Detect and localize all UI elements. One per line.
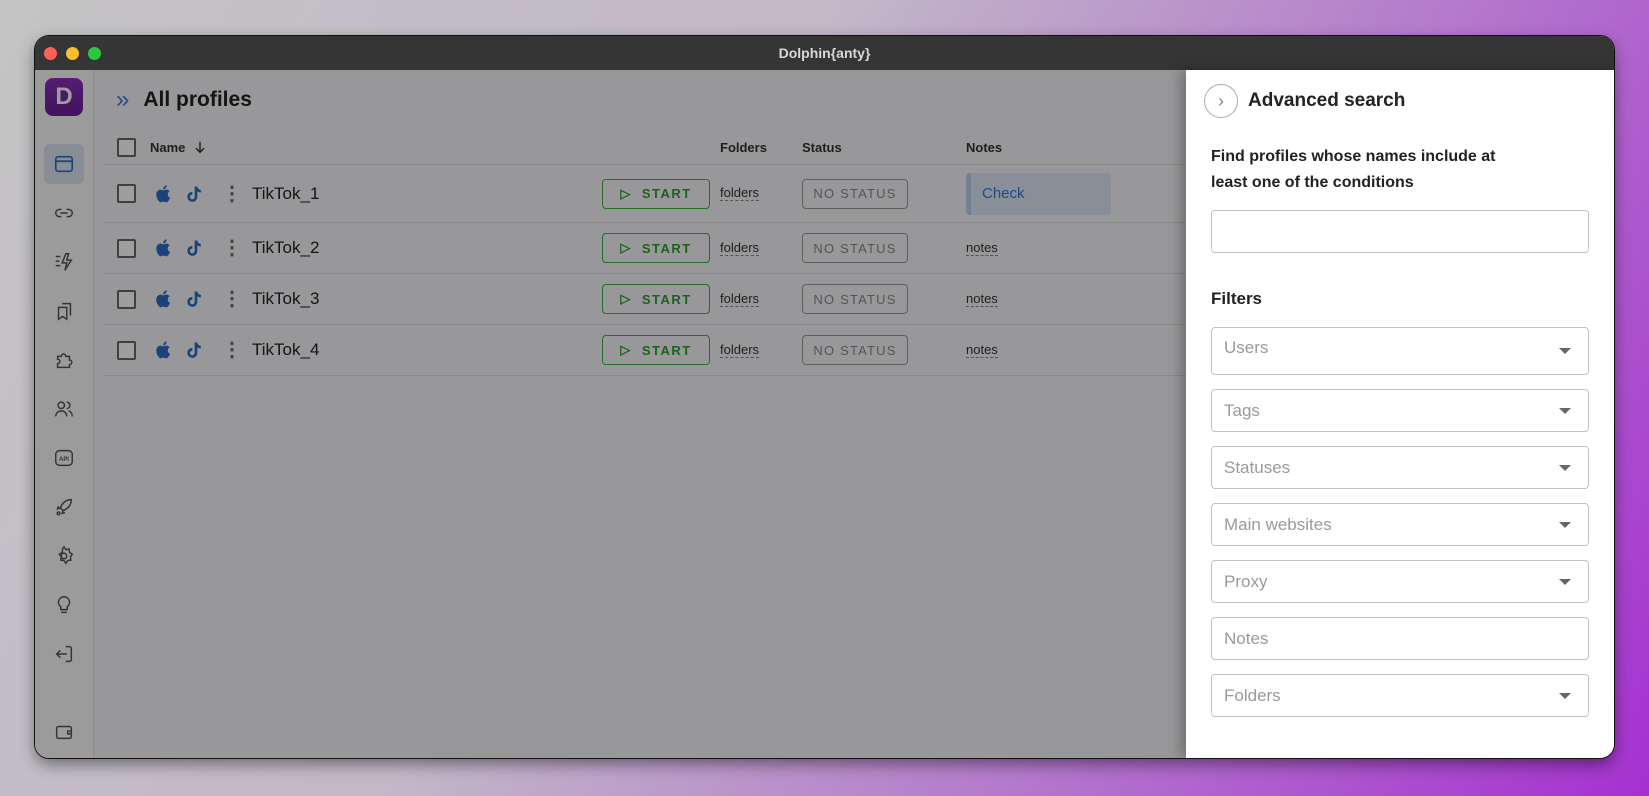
tags-select[interactable]: Tags (1211, 389, 1589, 432)
caret-down-icon (1559, 521, 1571, 528)
name-conditions-input[interactable] (1211, 210, 1589, 253)
folders-placeholder: Folders (1224, 685, 1281, 705)
chevron-right-icon: › (1218, 90, 1224, 111)
panel-title: Advanced search (1248, 90, 1406, 111)
proxy-placeholder: Proxy (1224, 571, 1268, 591)
close-window-button[interactable] (44, 47, 57, 60)
tags-placeholder: Tags (1224, 400, 1260, 420)
caret-down-icon (1559, 348, 1571, 354)
modal-backdrop[interactable] (35, 70, 1186, 758)
maximize-window-button[interactable] (88, 47, 101, 60)
statuses-select[interactable]: Statuses (1211, 446, 1589, 489)
notes-placeholder: Notes (1224, 628, 1269, 648)
notes-input[interactable]: Notes (1211, 617, 1589, 660)
window-controls (44, 47, 101, 60)
statuses-placeholder: Statuses (1224, 457, 1291, 477)
caret-down-icon (1559, 578, 1571, 585)
folders-select[interactable]: Folders (1211, 674, 1589, 717)
filters-heading: Filters (1211, 289, 1263, 308)
proxy-select[interactable]: Proxy (1211, 560, 1589, 603)
title-bar: Dolphin{anty} (35, 36, 1614, 70)
app-window: Dolphin{anty} D API » All profiles Name … (35, 36, 1614, 758)
users-select[interactable]: Users (1211, 327, 1589, 375)
main-websites-placeholder: Main websites (1224, 514, 1332, 534)
window-title: Dolphin{anty} (778, 45, 871, 61)
users-placeholder: Users (1224, 338, 1269, 357)
collapse-panel-button[interactable]: › (1204, 84, 1238, 118)
search-description: Find profiles whose names include at lea… (1211, 148, 1496, 191)
caret-down-icon (1559, 692, 1571, 699)
main-websites-select[interactable]: Main websites (1211, 503, 1589, 546)
caret-down-icon (1559, 407, 1571, 414)
caret-down-icon (1559, 464, 1571, 471)
panel-header: › Advanced search (1204, 84, 1589, 118)
minimize-window-button[interactable] (66, 47, 79, 60)
advanced-search-panel: › Advanced search Find profiles whose na… (1186, 70, 1614, 758)
